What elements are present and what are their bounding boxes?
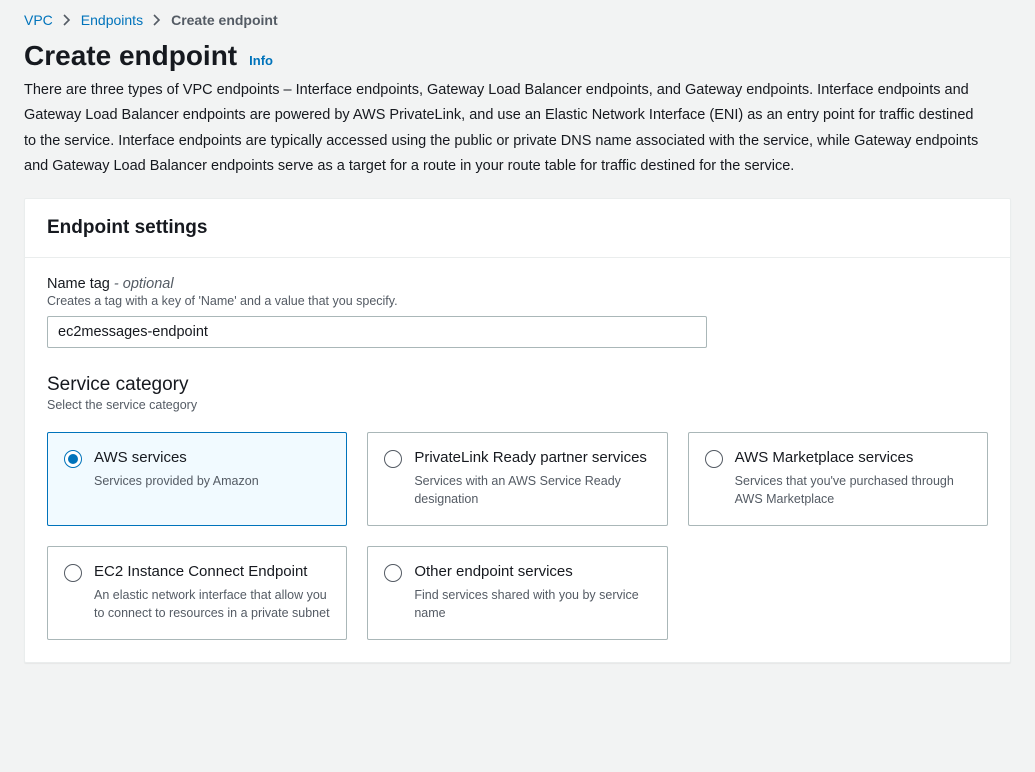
tile-marketplace-services[interactable]: AWS Marketplace services Services that y… xyxy=(688,432,988,526)
tile-title: Other endpoint services xyxy=(414,561,650,583)
radio-icon xyxy=(705,450,723,468)
tile-desc: Services provided by Amazon xyxy=(94,472,259,490)
chevron-right-icon xyxy=(63,14,71,26)
service-category-tiles: AWS services Services provided by Amazon… xyxy=(47,432,988,640)
tile-title: AWS services xyxy=(94,447,259,469)
tile-desc: An elastic network interface that allow … xyxy=(94,586,330,622)
service-category-title: Service category xyxy=(47,374,988,396)
panel-title: Endpoint settings xyxy=(47,217,988,239)
breadcrumb-link-endpoints[interactable]: Endpoints xyxy=(81,12,143,28)
breadcrumb-current: Create endpoint xyxy=(171,12,278,28)
tile-desc: Find services shared with you by service… xyxy=(414,586,650,622)
tile-title: AWS Marketplace services xyxy=(735,447,971,469)
name-tag-optional: - optional xyxy=(110,276,174,292)
radio-icon xyxy=(64,564,82,582)
tile-other-endpoint-services[interactable]: Other endpoint services Find services sh… xyxy=(367,546,667,640)
tile-desc: Services that you've purchased through A… xyxy=(735,472,971,508)
tile-aws-services[interactable]: AWS services Services provided by Amazon xyxy=(47,432,347,526)
info-link[interactable]: Info xyxy=(249,53,273,68)
endpoint-settings-panel: Endpoint settings Name tag - optional Cr… xyxy=(24,198,1011,663)
name-tag-label-text: Name tag xyxy=(47,276,110,292)
tile-title: PrivateLink Ready partner services xyxy=(414,447,650,469)
chevron-right-icon xyxy=(153,14,161,26)
tile-privatelink-partner[interactable]: PrivateLink Ready partner services Servi… xyxy=(367,432,667,526)
name-tag-hint: Creates a tag with a key of 'Name' and a… xyxy=(47,294,988,308)
breadcrumb-link-vpc[interactable]: VPC xyxy=(24,12,53,28)
tile-title: EC2 Instance Connect Endpoint xyxy=(94,561,330,583)
page-title-text: Create endpoint xyxy=(24,40,237,72)
page-title: Create endpoint Info xyxy=(24,40,1011,72)
breadcrumb: VPC Endpoints Create endpoint xyxy=(24,8,1011,40)
tile-desc: Services with an AWS Service Ready desig… xyxy=(414,472,650,508)
radio-icon xyxy=(64,450,82,468)
page-description: There are three types of VPC endpoints –… xyxy=(24,78,984,180)
panel-header: Endpoint settings xyxy=(25,199,1010,258)
radio-icon xyxy=(384,450,402,468)
name-tag-input[interactable] xyxy=(47,316,707,348)
radio-icon xyxy=(384,564,402,582)
tile-ec2-instance-connect[interactable]: EC2 Instance Connect Endpoint An elastic… xyxy=(47,546,347,640)
name-tag-label: Name tag - optional xyxy=(47,276,988,292)
service-category-hint: Select the service category xyxy=(47,398,988,412)
